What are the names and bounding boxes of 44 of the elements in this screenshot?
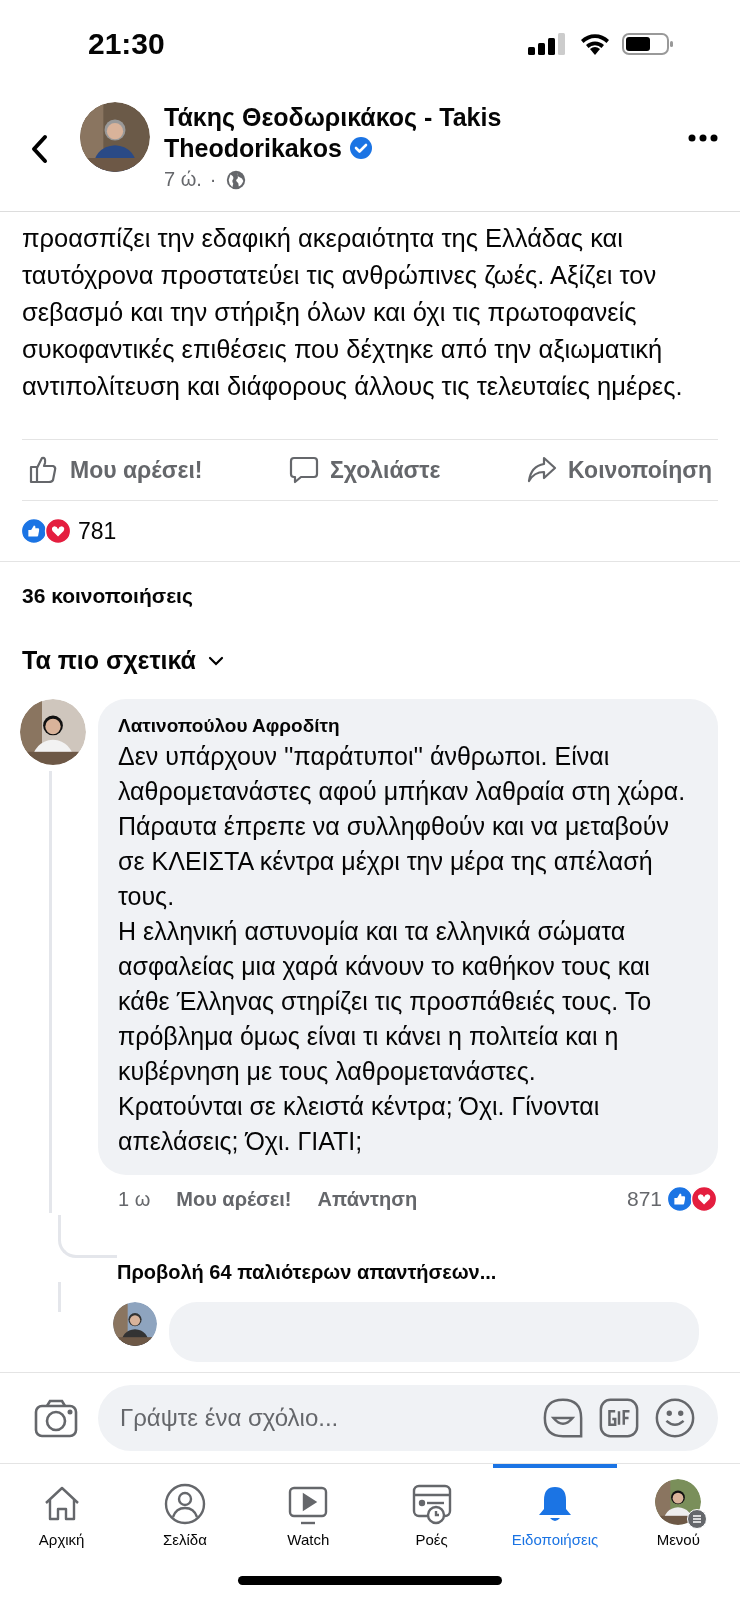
nav-tab[interactable]: Μενού [616, 1464, 740, 1560]
reply-link[interactable]: Απάντηση [317, 1187, 418, 1211]
view-more-replies-link[interactable]: Προβολή 64 παλιότερων απαντήσεων... [117, 1261, 497, 1284]
chevron-down-icon [208, 655, 224, 666]
action-comment-button[interactable]: Σχολιάστε [288, 454, 441, 486]
feed-clock-icon [410, 1483, 453, 1525]
action-share-button[interactable]: Κοινοποίηση [526, 454, 712, 486]
nav-tab[interactable]: Ειδοποιήσεις [493, 1464, 617, 1560]
signal-icon [528, 32, 568, 56]
comment-time: 1 ω [118, 1187, 151, 1211]
wifi-icon [578, 32, 612, 56]
shares-count: 36 κοινοποιήσεις [21, 583, 194, 608]
like-link[interactable]: Μου αρέσει! [176, 1187, 292, 1211]
nav-tab[interactable]: Αρχική [0, 1464, 124, 1560]
thread-line [58, 1215, 117, 1258]
nav-tab[interactable]: Σελίδα [123, 1464, 247, 1560]
comment-input-field[interactable]: Γράψτε ένα σχόλιο... [118, 1403, 528, 1433]
battery-icon [622, 32, 674, 56]
comment-author[interactable]: Λατινοπούλου Αφροδίτη [118, 715, 700, 737]
back-icon[interactable] [30, 134, 50, 164]
reaction-icons [666, 1185, 718, 1213]
reaction-icons [20, 517, 72, 545]
page-name[interactable]: Τάκης Θεοδωρικάκος - Takis Theodorikakos [164, 102, 604, 164]
post-text: προασπίζει την εδαφική ακεραιότητα της Ελλάδας και ταυτόχρονα προστατεύει τις ανθρώπινες ζωές. Αξίζει τον σεβασμό και την στήριξη όλων και όχι τις πρωτοφανείς συκοφαντικές επιθέσεις που δέχτηκε από την αξιωματική αντιπολίτευση και διάφορους άλλους τις τελευταίες ημέρες. [22, 223, 684, 402]
separator-dot: · [209, 168, 217, 191]
status-time: 21:30 [88, 27, 165, 61]
emoji-icon[interactable] [654, 1397, 696, 1439]
action-like-button[interactable]: Μου αρέσει! [28, 454, 203, 486]
sort-dropdown[interactable]: Τα πιο σχετικά [22, 646, 718, 675]
nav-tab[interactable]: Watch [246, 1464, 370, 1560]
profile-icon [164, 1483, 206, 1525]
speech-bubble-icon [288, 454, 320, 486]
globe-icon [224, 168, 247, 191]
reaction-count: 871 [626, 1187, 662, 1211]
nav-tab[interactable]: Ροές [370, 1464, 494, 1560]
gif-icon[interactable] [598, 1397, 640, 1439]
reaction-count: 781 [78, 517, 117, 545]
more-options-icon[interactable] [688, 134, 718, 142]
camera-icon[interactable] [34, 1398, 78, 1438]
comment-field[interactable]: Γράψτε ένα σχόλιο... [98, 1385, 718, 1451]
menu-icon [687, 1509, 708, 1529]
comment-text: Δεν υπάρχουν ''παράτυποι'' άνθρωποι. Είναι λαθρομετανάστες αφού μπήκαν λαθραία στη χώρα. Πάραυτα έπρεπε να συλληφθούν και να μεταβούν σε ΚΛΕΙΣΤΑ κέντρα μέχρι την μέρα της απέλασή τους. Η ελληνική αστυνομία και τα ελληνικά σώματα ασφαλείας μια χαρά κάνουν το καθήκον τους και κάθε Έλληνας στηρίζει τις προσπάθειές τους. Το πρόβλημα όμως είναι τι κάνει η πολιτεία και η κυβέρνηση με τους λαθρομετανάστες. Κρατούνται σε κλειστά κέντρα; Όχι. Γίνονται απελάσεις; Όχι. ΓΙΑΤΙ; [118, 741, 687, 1157]
post-time: 7 ώ. [164, 168, 202, 191]
sticker-icon[interactable] [542, 1397, 584, 1439]
